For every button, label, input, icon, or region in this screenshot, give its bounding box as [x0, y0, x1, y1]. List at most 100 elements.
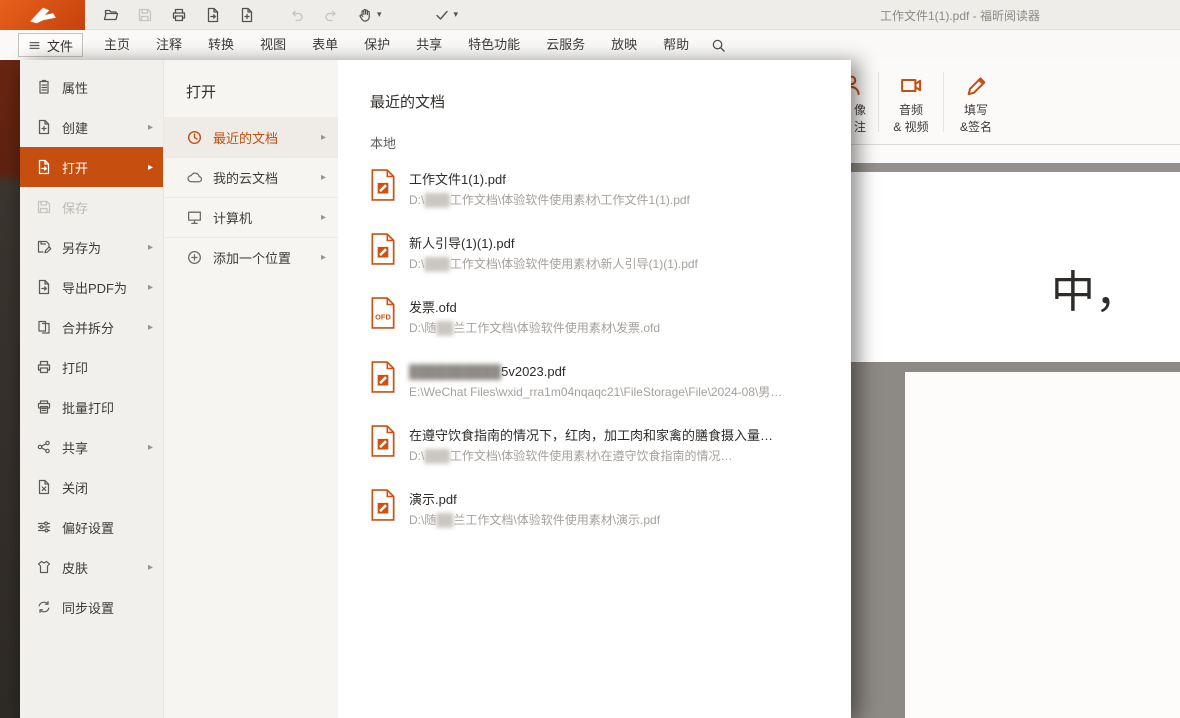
ribbon-separator [943, 72, 944, 132]
ribbon-button-fill-sign[interactable]: 填写 &签名 [947, 60, 1005, 144]
recent-file-row[interactable]: 工作文件1(1).pdf D:\███工作文档\体验软件使用素材\工作文件1(1… [370, 165, 835, 229]
open-item-recent-documents[interactable]: 最近的文档 ▸ [164, 117, 338, 157]
document-text-fragment: 中， [1051, 256, 1139, 320]
menu-tab-form[interactable]: 表单 [299, 30, 351, 60]
caret-down-icon[interactable]: ▾ [377, 10, 382, 19]
menu-item-preferences[interactable]: 偏好设置 [20, 507, 163, 547]
recent-file-row[interactable]: 演示.pdf D:\随██兰工作文档\体验软件使用素材\演示.pdf [370, 485, 835, 549]
undo-button [287, 5, 307, 25]
save-button [135, 5, 155, 25]
video-camera-icon [899, 73, 924, 98]
pdf-file-icon [370, 233, 396, 265]
file-name: 演示.pdf [409, 491, 660, 509]
menu-item-properties[interactable]: 属性 [20, 67, 163, 107]
menu-tab-protect[interactable]: 保护 [351, 30, 403, 60]
menu-tab-view[interactable]: 视图 [247, 30, 299, 60]
menu-item-merge-split[interactable]: 合并拆分 ▸ [20, 307, 163, 347]
file-path: D:\随██兰工作文档\体验软件使用素材\演示.pdf [409, 512, 660, 529]
file-name: 新人引导(1)(1).pdf [409, 235, 698, 253]
print-button[interactable] [169, 5, 189, 25]
submenu-arrow-icon: ▸ [321, 172, 326, 183]
create-page-button[interactable] [237, 5, 257, 25]
menu-item-print[interactable]: 打印 [20, 347, 163, 387]
app-logo-button[interactable] [0, 0, 85, 30]
preferences-icon [36, 519, 52, 535]
menu-item-export-pdf[interactable]: 导出PDF为 ▸ [20, 267, 163, 307]
search-icon [711, 38, 726, 53]
menu-item-save-as[interactable]: 另存为 ▸ [20, 227, 163, 267]
pdf-file-icon [370, 361, 396, 393]
menu-tab-share[interactable]: 共享 [403, 30, 455, 60]
export-button[interactable] [203, 5, 223, 25]
recent-file-row[interactable]: 发票.ofd D:\随██兰工作文档\体验软件使用素材\发票.ofd [370, 293, 835, 357]
close-doc-icon [36, 479, 52, 495]
submenu-arrow-icon: ▸ [321, 252, 326, 263]
plus-circle-icon [186, 249, 203, 266]
shaded-left-strip [0, 60, 20, 718]
file-name: 发票.ofd [409, 299, 660, 317]
file-menu-button[interactable]: 文件 [18, 33, 83, 57]
menu-tab-comment[interactable]: 注释 [143, 30, 195, 60]
submenu-arrow-icon: ▸ [321, 212, 326, 223]
menu-tab-present[interactable]: 放映 [598, 30, 650, 60]
recent-file-row[interactable]: ██████████5v2023.pdf E:\WeChat Files\wxi… [370, 357, 835, 421]
page-export-icon [205, 7, 221, 23]
pencil-icon [964, 73, 989, 98]
menu-tab-help[interactable]: 帮助 [650, 30, 702, 60]
open-file-button[interactable] [101, 5, 121, 25]
quick-toolbar: ▾ ▾ [101, 5, 458, 25]
menu-item-open[interactable]: 打开 ▸ [20, 147, 163, 187]
ribbon-button-audio-video[interactable]: 音频 & 视频 [882, 60, 940, 144]
open-panel-title: 打开 [164, 60, 338, 117]
menu-item-skin[interactable]: 皮肤 ▸ [20, 547, 163, 587]
ribbon-button-label: 注 [854, 119, 866, 135]
batch-print-icon [36, 399, 52, 415]
hand-tool-button[interactable]: ▾ [355, 5, 382, 25]
file-menu-sidebar: 属性 创建 ▸ 打开 ▸ 保存 另存为 ▸ 导出PDF为 ▸ [20, 60, 163, 718]
file-name: 工作文件1(1).pdf [409, 171, 690, 189]
printer-icon [171, 7, 187, 23]
monitor-icon [186, 209, 203, 226]
menu-item-batch-print[interactable]: 批量打印 [20, 387, 163, 427]
file-menu-label: 文件 [47, 36, 73, 55]
properties-icon [36, 79, 52, 95]
redacted-segment: ███ [424, 257, 450, 271]
menu-item-share[interactable]: 共享 ▸ [20, 427, 163, 467]
ribbon-button-label: 填写 [964, 102, 988, 118]
menu-tab-cloud[interactable]: 云服务 [533, 30, 598, 60]
recent-documents-panel: 最近的文档 本地 工作文件1(1).pdf D:\███工作文档\体验软件使用素… [338, 60, 851, 718]
redacted-segment: ███ [424, 193, 450, 207]
ribbon-separator [878, 72, 879, 132]
menu-tab-features[interactable]: 特色功能 [455, 30, 533, 60]
window-title: 工作文件1(1).pdf - 福昕阅读器 [880, 0, 1040, 30]
ribbon-button-label: 音频 [899, 102, 923, 118]
recent-file-row[interactable]: 在遵守饮食指南的情况下，红肉，加工肉和家禽的膳食摄入量… D:\███工作文档\… [370, 421, 835, 485]
select-tool-button[interactable]: ▾ [432, 5, 459, 25]
menu-item-close[interactable]: 关闭 [20, 467, 163, 507]
menu-item-sync-settings[interactable]: 同步设置 [20, 587, 163, 627]
document-page-lower [905, 372, 1180, 718]
submenu-arrow-icon: ▸ [148, 242, 153, 253]
menu-item-save: 保存 [20, 187, 163, 227]
caret-down-icon[interactable]: ▾ [454, 10, 459, 19]
menu-tab-convert[interactable]: 转换 [195, 30, 247, 60]
check-icon [434, 7, 450, 23]
recent-file-row[interactable]: 新人引导(1)(1).pdf D:\███工作文档\体验软件使用素材\新人引导(… [370, 229, 835, 293]
merge-split-icon [36, 319, 52, 335]
title-bar: ▾ ▾ 工作文件1(1).pdf - 福昕阅读器 [0, 0, 1180, 30]
recent-panel-title: 最近的文档 [370, 93, 835, 113]
file-name: ██████████5v2023.pdf [409, 363, 782, 381]
ribbon-button-partial[interactable]: 像 注 [851, 60, 875, 144]
clock-icon [186, 129, 203, 146]
redacted-segment: ██████████ [409, 364, 501, 379]
search-button[interactable] [706, 33, 730, 57]
menu-tab-home[interactable]: 主页 [91, 30, 143, 60]
open-item-cloud-documents[interactable]: 我的云文档 ▸ [164, 157, 338, 197]
menu-item-create[interactable]: 创建 ▸ [20, 107, 163, 147]
open-item-computer[interactable]: 计算机 ▸ [164, 197, 338, 237]
open-item-add-place[interactable]: 添加一个位置 ▸ [164, 237, 338, 277]
submenu-arrow-icon: ▸ [148, 562, 153, 573]
create-page-icon [36, 119, 52, 135]
redacted-segment: ██ [436, 321, 453, 335]
submenu-arrow-icon: ▸ [148, 322, 153, 333]
